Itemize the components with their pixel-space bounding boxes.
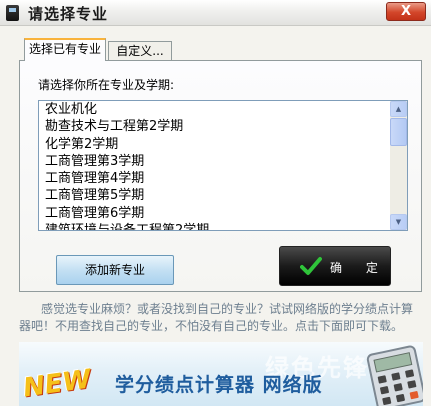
- scroll-thumb[interactable]: [390, 118, 407, 146]
- list-item[interactable]: 工商管理第4学期: [39, 170, 389, 187]
- scroll-down-arrow-icon[interactable]: ▼: [390, 214, 407, 230]
- close-button[interactable]: X: [386, 2, 426, 21]
- confirm-button[interactable]: 确 定: [279, 246, 391, 286]
- confirm-button-label: 确 定: [330, 261, 388, 275]
- scroll-up-arrow-icon[interactable]: ▲: [390, 101, 407, 117]
- banner-title: 学分绩点计算器 网络版: [115, 374, 323, 396]
- list-item[interactable]: 工商管理第3学期: [39, 153, 389, 170]
- info-text: 感觉选专业麻烦？或者没找到自己的专业？试试网络版的学分绩点计算器吧！不用查找自己…: [19, 302, 414, 333]
- list-item[interactable]: 工商管理第6学期: [39, 205, 389, 222]
- new-badge: NEW: [21, 364, 93, 404]
- list-item[interactable]: 化学第2学期: [39, 136, 389, 153]
- major-prompt-label: 请选择你所在专业及学期:: [38, 78, 175, 92]
- window-title: 请选择专业: [28, 5, 109, 23]
- add-major-button[interactable]: 添加新专业: [56, 255, 174, 285]
- app-icon: [6, 5, 19, 21]
- tab-existing-major[interactable]: 选择已有专业: [24, 38, 106, 61]
- title-bar: 请选择专业 X: [0, 0, 431, 26]
- major-listbox[interactable]: 农业机化 勘查技术与工程第2学期 化学第2学期 工商管理第3学期 工商管理第4学…: [38, 100, 408, 231]
- download-banner[interactable]: 绿色先锋 NEW 学分绩点计算器 网络版: [19, 342, 423, 406]
- calculator-icon: [366, 345, 423, 406]
- list-item[interactable]: 勘查技术与工程第2学期: [39, 118, 389, 135]
- list-item[interactable]: 农业机化: [39, 101, 389, 118]
- list-item[interactable]: 工商管理第5学期: [39, 187, 389, 204]
- list-scrollbar[interactable]: ▲ ▼: [390, 101, 407, 230]
- list-item[interactable]: 建筑环境与设备工程第2学期: [39, 222, 389, 230]
- tab-custom[interactable]: 自定义...: [108, 41, 172, 61]
- checkmark-icon: [300, 257, 322, 275]
